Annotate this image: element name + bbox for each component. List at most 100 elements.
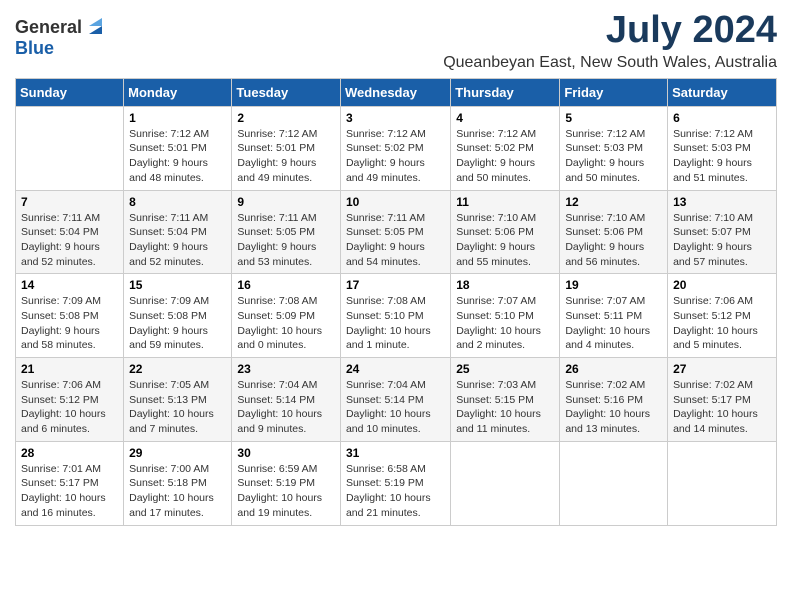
column-header-thursday: Thursday — [451, 78, 560, 106]
column-header-friday: Friday — [560, 78, 668, 106]
column-header-sunday: Sunday — [16, 78, 124, 106]
calendar-cell: 30 Sunrise: 6:59 AMSunset: 5:19 PMDayligh… — [232, 441, 341, 525]
day-info: Sunrise: 7:12 AMSunset: 5:01 PMDaylight:… — [237, 127, 335, 186]
calendar-header-row: SundayMondayTuesdayWednesdayThursdayFrid… — [16, 78, 777, 106]
day-info: Sunrise: 7:12 AMSunset: 5:01 PMDaylight:… — [129, 127, 226, 186]
day-number: 4 — [456, 111, 554, 125]
day-number: 13 — [673, 195, 771, 209]
calendar-cell: 21Sunrise: 7:06 AMSunset: 5:12 PMDayligh… — [16, 358, 124, 442]
column-header-monday: Monday — [124, 78, 232, 106]
day-info: Sunrise: 7:02 AMSunset: 5:17 PMDaylight:… — [673, 378, 771, 437]
calendar-cell: 22 Sunrise: 7:05 AMSunset: 5:13 PMDayligh… — [124, 358, 232, 442]
calendar-cell: 24 Sunrise: 7:04 AMSunset: 5:14 PMDayligh… — [340, 358, 450, 442]
logo: General Blue — [15, 10, 106, 59]
day-info: Sunrise: 7:03 AMSunset: 5:15 PMDaylight:… — [456, 378, 554, 437]
day-info: Sunrise: 7:11 AMSunset: 5:05 PMDaylight:… — [237, 211, 335, 270]
day-number: 22 — [129, 362, 226, 376]
day-info: Sunrise: 7:09 AMSunset: 5:08 PMDaylight:… — [129, 294, 226, 353]
day-info: Sunrise: 7:04 AMSunset: 5:14 PMDaylight:… — [237, 378, 335, 437]
day-number: 6 — [673, 111, 771, 125]
day-info: Sunrise: 7:05 AMSunset: 5:13 PMDaylight:… — [129, 378, 226, 437]
calendar-week-row: 28 Sunrise: 7:01 AMSunset: 5:17 PMDayligh… — [16, 441, 777, 525]
calendar-week-row: 21Sunrise: 7:06 AMSunset: 5:12 PMDayligh… — [16, 358, 777, 442]
calendar-cell: 18Sunrise: 7:07 AMSunset: 5:10 PMDayligh… — [451, 274, 560, 358]
day-info: Sunrise: 7:11 AMSunset: 5:05 PMDaylight:… — [346, 211, 445, 270]
calendar-cell: 7 Sunrise: 7:11 AMSunset: 5:04 PMDaylight… — [16, 190, 124, 274]
column-header-wednesday: Wednesday — [340, 78, 450, 106]
calendar-cell: 31 Sunrise: 6:58 AMSunset: 5:19 PMDayligh… — [340, 441, 450, 525]
day-info: Sunrise: 7:12 AMSunset: 5:02 PMDaylight:… — [456, 127, 554, 186]
calendar-cell: 11 Sunrise: 7:10 AMSunset: 5:06 PMDayligh… — [451, 190, 560, 274]
day-number: 15 — [129, 278, 226, 292]
day-number: 9 — [237, 195, 335, 209]
day-number: 30 — [237, 446, 335, 460]
calendar-table: SundayMondayTuesdayWednesdayThursdayFrid… — [15, 78, 777, 526]
title-block: July 2024 Queanbeyan East, New South Wal… — [443, 10, 777, 72]
page-title: July 2024 — [443, 10, 777, 52]
calendar-cell: 5Sunrise: 7:12 AMSunset: 5:03 PMDaylight… — [560, 106, 668, 190]
day-number: 7 — [21, 195, 118, 209]
calendar-cell: 9 Sunrise: 7:11 AMSunset: 5:05 PMDaylight… — [232, 190, 341, 274]
calendar-cell: 29Sunrise: 7:00 AMSunset: 5:18 PMDayligh… — [124, 441, 232, 525]
calendar-cell: 12Sunrise: 7:10 AMSunset: 5:06 PMDayligh… — [560, 190, 668, 274]
calendar-cell: 4 Sunrise: 7:12 AMSunset: 5:02 PMDaylight… — [451, 106, 560, 190]
calendar-cell: 20Sunrise: 7:06 AMSunset: 5:12 PMDayligh… — [668, 274, 777, 358]
calendar-week-row: 1 Sunrise: 7:12 AMSunset: 5:01 PMDaylight… — [16, 106, 777, 190]
day-info: Sunrise: 7:12 AMSunset: 5:03 PMDaylight:… — [673, 127, 771, 186]
page-subtitle: Queanbeyan East, New South Wales, Austra… — [443, 54, 777, 72]
header: General Blue July 2024 Queanbeyan East, … — [15, 10, 777, 72]
day-info: Sunrise: 7:10 AMSunset: 5:07 PMDaylight:… — [673, 211, 771, 270]
calendar-cell: 3 Sunrise: 7:12 AMSunset: 5:02 PMDaylight… — [340, 106, 450, 190]
day-info: Sunrise: 7:10 AMSunset: 5:06 PMDaylight:… — [456, 211, 554, 270]
day-info: Sunrise: 7:04 AMSunset: 5:14 PMDaylight:… — [346, 378, 445, 437]
calendar-cell: 14Sunrise: 7:09 AMSunset: 5:08 PMDayligh… — [16, 274, 124, 358]
day-number: 16 — [237, 278, 335, 292]
day-number: 31 — [346, 446, 445, 460]
day-number: 1 — [129, 111, 226, 125]
day-number: 25 — [456, 362, 554, 376]
day-number: 11 — [456, 195, 554, 209]
day-number: 26 — [565, 362, 662, 376]
day-number: 8 — [129, 195, 226, 209]
calendar-cell: 16 Sunrise: 7:08 AMSunset: 5:09 PMDayligh… — [232, 274, 341, 358]
day-info: Sunrise: 7:07 AMSunset: 5:11 PMDaylight:… — [565, 294, 662, 353]
day-info: Sunrise: 7:02 AMSunset: 5:16 PMDaylight:… — [565, 378, 662, 437]
day-info: Sunrise: 7:11 AMSunset: 5:04 PMDaylight:… — [21, 211, 118, 270]
day-number: 23 — [237, 362, 335, 376]
logo-blue-text: Blue — [15, 38, 54, 59]
day-number: 2 — [237, 111, 335, 125]
day-info: Sunrise: 7:08 AMSunset: 5:09 PMDaylight:… — [237, 294, 335, 353]
calendar-cell: 25 Sunrise: 7:03 AMSunset: 5:15 PMDayligh… — [451, 358, 560, 442]
calendar-week-row: 14 Sunrise: 7:09 AMSunset: 5:08 PMDayligh… — [16, 274, 777, 358]
day-info: Sunrise: 6:59 AMSunset: 5:19 PMDaylight:… — [237, 462, 335, 521]
calendar-cell: 8 Sunrise: 7:11 AMSunset: 5:04 PMDaylight… — [124, 190, 232, 274]
calendar-cell: 28 Sunrise: 7:01 AMSunset: 5:17 PMDayligh… — [16, 441, 124, 525]
day-number: 3 — [346, 111, 445, 125]
day-number: 5 — [565, 111, 662, 125]
calendar-cell: 10Sunrise: 7:11 AMSunset: 5:05 PMDayligh… — [340, 190, 450, 274]
day-number: 21 — [21, 362, 118, 376]
day-number: 27 — [673, 362, 771, 376]
day-info: Sunrise: 7:12 AMSunset: 5:02 PMDaylight:… — [346, 127, 445, 186]
day-info: Sunrise: 7:10 AMSunset: 5:06 PMDaylight:… — [565, 211, 662, 270]
calendar-week-row: 7 Sunrise: 7:11 AMSunset: 5:04 PMDaylight… — [16, 190, 777, 274]
day-number: 28 — [21, 446, 118, 460]
day-info: Sunrise: 6:58 AMSunset: 5:19 PMDaylight:… — [346, 462, 445, 521]
day-number: 20 — [673, 278, 771, 292]
day-info: Sunrise: 7:08 AMSunset: 5:10 PMDaylight:… — [346, 294, 445, 353]
day-info: Sunrise: 7:11 AMSunset: 5:04 PMDaylight:… — [129, 211, 226, 270]
calendar-cell: 23 Sunrise: 7:04 AMSunset: 5:14 PMDayligh… — [232, 358, 341, 442]
day-info: Sunrise: 7:01 AMSunset: 5:17 PMDaylight:… — [21, 462, 118, 521]
day-number: 14 — [21, 278, 118, 292]
calendar-cell — [16, 106, 124, 190]
calendar-cell: 6 Sunrise: 7:12 AMSunset: 5:03 PMDaylight… — [668, 106, 777, 190]
day-number: 19 — [565, 278, 662, 292]
calendar-cell: 26 Sunrise: 7:02 AMSunset: 5:16 PMDayligh… — [560, 358, 668, 442]
day-number: 24 — [346, 362, 445, 376]
calendar-cell: 17Sunrise: 7:08 AMSunset: 5:10 PMDayligh… — [340, 274, 450, 358]
column-header-saturday: Saturday — [668, 78, 777, 106]
calendar-cell — [560, 441, 668, 525]
logo-general-text: General — [15, 17, 82, 38]
calendar-cell: 1 Sunrise: 7:12 AMSunset: 5:01 PMDaylight… — [124, 106, 232, 190]
day-number: 29 — [129, 446, 226, 460]
